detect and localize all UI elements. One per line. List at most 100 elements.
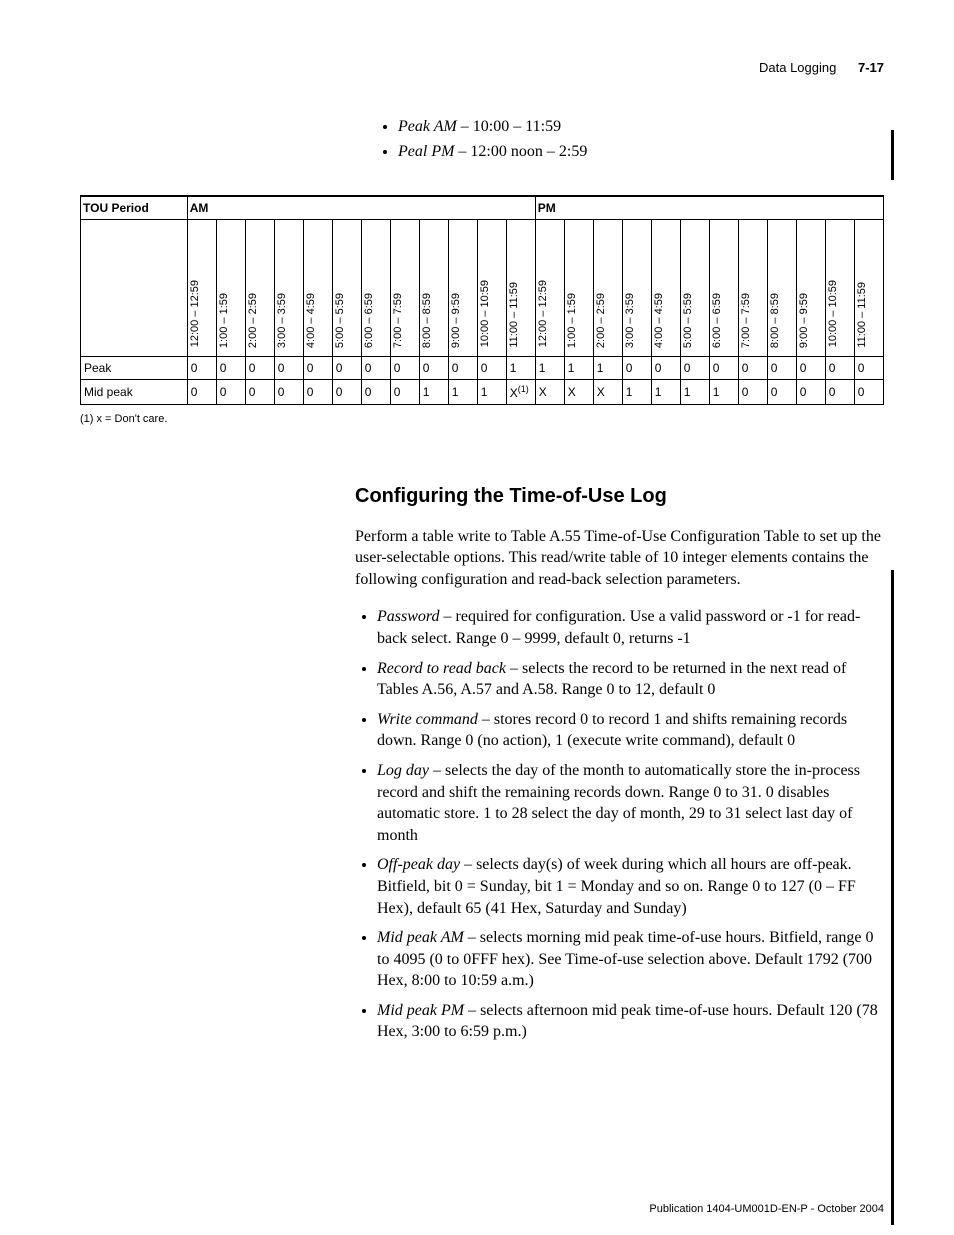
peak-cell: 0	[709, 356, 738, 379]
hour-label: 9:00 – 9:59	[450, 291, 462, 350]
hour-label: 1:00 – 1:59	[566, 291, 578, 350]
hour-header: 5:00 – 5:59	[332, 219, 361, 356]
top-bullet-item: Peak AM – 10:00 – 11:59	[398, 115, 884, 140]
bullet-rest: – 12:00 noon – 2:59	[454, 143, 587, 160]
mid-cell: 1	[680, 379, 709, 404]
peak-row-label: Peak	[81, 356, 188, 379]
hour-label: 4:00 – 4:59	[653, 291, 665, 350]
hour-header: 10:00 – 10:59	[825, 219, 854, 356]
mid-cell: X	[564, 379, 593, 404]
mid-cell: 0	[332, 379, 361, 404]
mid-cell: 1	[709, 379, 738, 404]
mid-cell: 0	[361, 379, 390, 404]
hour-label: 11:00 – 11:59	[856, 280, 868, 350]
hour-header: 7:00 – 7:59	[390, 219, 419, 356]
peak-cell: 0	[332, 356, 361, 379]
hour-label: 2:00 – 2:59	[595, 291, 607, 350]
param-item: Password – required for configuration. U…	[377, 606, 884, 649]
hour-label: 2:00 – 2:59	[247, 291, 259, 350]
param-term: Record to read back	[377, 660, 506, 677]
peak-cell: 0	[245, 356, 274, 379]
peak-cell: 0	[651, 356, 680, 379]
hour-header: 10:00 – 10:59	[477, 219, 506, 356]
hour-header: 12:00 – 12:59	[187, 219, 216, 356]
peak-cell: 0	[680, 356, 709, 379]
hour-header: 9:00 – 9:59	[448, 219, 477, 356]
mid-cell: X	[593, 379, 622, 404]
mid-cell: 1	[448, 379, 477, 404]
mid-cell: 1	[477, 379, 506, 404]
hour-label: 12:00 – 12:59	[537, 278, 549, 349]
mid-cell: 1	[622, 379, 651, 404]
param-item: Record to read back – selects the record…	[377, 658, 884, 701]
top-bullet-list: Peak AM – 10:00 – 11:59Peal PM – 12:00 n…	[380, 115, 884, 165]
peak-cell: 0	[825, 356, 854, 379]
param-item: Log day – selects the day of the month t…	[377, 760, 884, 846]
hour-header: 2:00 – 2:59	[245, 219, 274, 356]
hour-label: 7:00 – 7:59	[740, 291, 752, 350]
mid-cell: 0	[390, 379, 419, 404]
hour-label: 8:00 – 8:59	[421, 291, 433, 350]
peak-cell: 0	[796, 356, 825, 379]
top-bullet-item: Peal PM – 12:00 noon – 2:59	[398, 140, 884, 165]
section-heading: Configuring the Time-of-Use Log	[355, 485, 884, 508]
hour-header: 5:00 – 5:59	[680, 219, 709, 356]
hour-header: 1:00 – 1:59	[216, 219, 245, 356]
tou-period-table: TOU Period AM PM 12:00 – 12:591:00 – 1:5…	[80, 195, 884, 405]
peak-cell: 0	[187, 356, 216, 379]
peak-cell: 1	[593, 356, 622, 379]
peak-cell: 0	[419, 356, 448, 379]
param-term: Password	[377, 608, 440, 625]
intro-paragraph: Perform a table write to Table A.55 Time…	[355, 526, 884, 591]
param-term: Mid peak PM	[377, 1002, 464, 1019]
peak-cell: 0	[854, 356, 883, 379]
peak-cell: 0	[477, 356, 506, 379]
table-footnote: (1) x = Don't care.	[80, 413, 884, 425]
hour-header: 12:00 – 12:59	[535, 219, 564, 356]
peak-cell: 0	[274, 356, 303, 379]
change-bar	[891, 130, 894, 180]
mid-cell: 1	[651, 379, 680, 404]
hour-header: 4:00 – 4:59	[651, 219, 680, 356]
param-rest: – selects the day of the month to automa…	[377, 762, 860, 844]
hour-header: 8:00 – 8:59	[767, 219, 796, 356]
mid-cell: 0	[216, 379, 245, 404]
hour-header: 11:00 – 11:59	[854, 219, 883, 356]
hour-header: 4:00 – 4:59	[303, 219, 332, 356]
mid-cell: 0	[274, 379, 303, 404]
am-header: AM	[187, 196, 535, 220]
hour-header: 6:00 – 6:59	[709, 219, 738, 356]
tou-label: TOU Period	[81, 196, 188, 220]
mid-cell: 1	[419, 379, 448, 404]
hour-label: 12:00 – 12:59	[189, 278, 201, 349]
param-item: Mid peak AM – selects morning mid peak t…	[377, 927, 884, 992]
page-header: Data Logging 7-17	[80, 60, 884, 75]
section-name: Data Logging	[759, 60, 836, 75]
peak-cell: 0	[622, 356, 651, 379]
hour-header: 6:00 – 6:59	[361, 219, 390, 356]
param-rest: – required for configuration. Use a vali…	[377, 608, 860, 647]
peak-cell: 1	[506, 356, 535, 379]
param-item: Mid peak PM – selects afternoon mid peak…	[377, 1000, 884, 1043]
peak-cell: 1	[564, 356, 593, 379]
mid-cell: 0	[303, 379, 332, 404]
hour-label: 10:00 – 10:59	[827, 278, 839, 349]
hour-label: 9:00 – 9:59	[798, 291, 810, 350]
param-term: Off-peak day	[377, 856, 460, 873]
hour-label: 6:00 – 6:59	[711, 291, 723, 350]
peak-cell: 0	[390, 356, 419, 379]
param-term: Mid peak AM	[377, 929, 464, 946]
mid-cell: 0	[825, 379, 854, 404]
peak-cell: 0	[216, 356, 245, 379]
hour-header: 1:00 – 1:59	[564, 219, 593, 356]
mid-cell: 0	[245, 379, 274, 404]
param-item: Write command – stores record 0 to recor…	[377, 709, 884, 752]
peak-cell: 0	[767, 356, 796, 379]
param-item: Off-peak day – selects day(s) of week du…	[377, 854, 884, 919]
hour-header: 9:00 – 9:59	[796, 219, 825, 356]
peak-cell: 1	[535, 356, 564, 379]
param-term: Write command	[377, 711, 478, 728]
change-bar	[891, 570, 894, 1225]
hours-label-blank	[81, 219, 188, 356]
footnote-ref: (1)	[518, 384, 529, 394]
